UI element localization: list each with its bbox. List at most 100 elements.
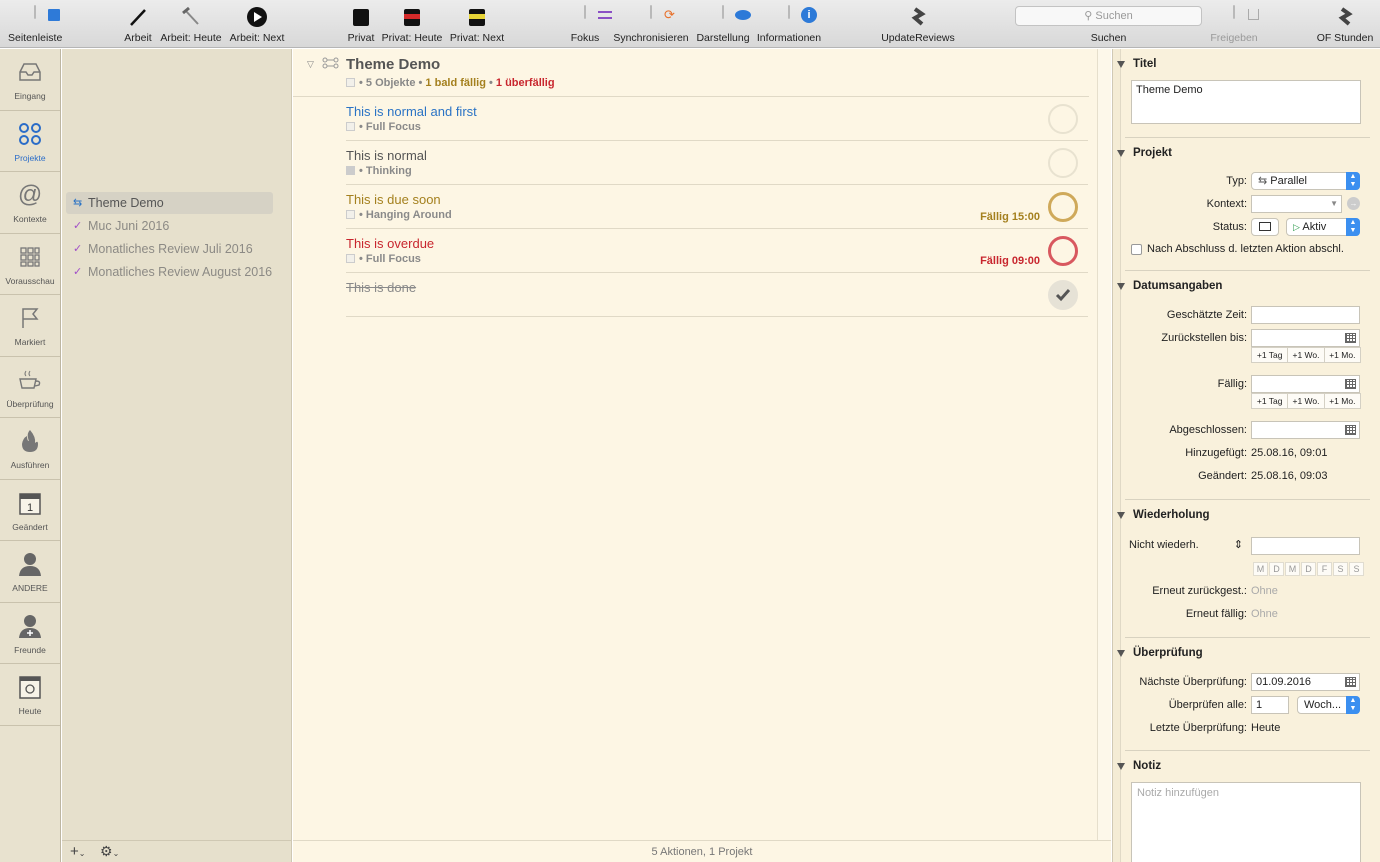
update-reviews-button[interactable]: UpdateReviews — [880, 6, 956, 44]
section-header[interactable]: Datumsangaben — [1116, 280, 1222, 292]
day-button[interactable]: S — [1349, 562, 1364, 576]
day-button[interactable]: D — [1269, 562, 1284, 576]
plus-month-button[interactable]: +1 Mo. — [1323, 347, 1361, 363]
task-context: Thinking — [365, 165, 412, 177]
task-status-circle[interactable] — [1048, 104, 1078, 134]
project-row[interactable]: ▽ Theme Demo • 5 Objekte • 1 bald fällig… — [293, 49, 1089, 97]
plus-day-button[interactable]: +1 Tag — [1251, 393, 1289, 409]
task-row[interactable]: This is overdue • Full Focus Fällig 09:0… — [346, 229, 1088, 273]
project-title[interactable]: Theme Demo — [346, 56, 440, 73]
inspector-scrollbar[interactable] — [1113, 49, 1121, 862]
review-interval-field[interactable]: 1 — [1251, 696, 1289, 714]
status-checkbox[interactable] — [346, 78, 355, 87]
defer-field[interactable] — [1251, 329, 1360, 347]
sync-button[interactable]: ⟳ Synchronisieren — [612, 5, 690, 44]
sidebar-footer: +⌄ ⚙⌄ — [62, 840, 292, 862]
perspective-arbeit-heute[interactable]: Arbeit: Heute — [159, 6, 223, 44]
nav-execute[interactable]: Ausführen — [0, 418, 60, 480]
task-title[interactable]: This is done — [346, 280, 416, 295]
day-button[interactable]: D — [1301, 562, 1316, 576]
nav-inbox[interactable]: Eingang — [0, 49, 60, 111]
status-popup[interactable]: ▷ Aktiv ▲ ▼ — [1286, 218, 1360, 236]
nav-andere[interactable]: ANDERE — [0, 541, 60, 603]
check-icon[interactable] — [1048, 280, 1078, 310]
section-header[interactable]: Projekt — [1117, 147, 1172, 159]
nav-flagged[interactable]: Markiert — [0, 295, 60, 357]
perspective-privat-next[interactable]: Privat: Next — [448, 6, 506, 44]
plus-week-button[interactable]: +1 Wo. — [1287, 393, 1325, 409]
status-checkbox[interactable] — [346, 122, 355, 131]
section-header[interactable]: Titel — [1116, 58, 1156, 70]
sidebar-item-review-july[interactable]: ✓ Monatliches Review Juli 2016 — [66, 238, 273, 260]
task-row[interactable]: This is due soon • Hanging Around Fällig… — [346, 185, 1088, 229]
section-header[interactable]: Überprüfung — [1117, 647, 1203, 659]
estimate-field[interactable] — [1251, 306, 1360, 324]
note-field[interactable]: Notiz hinzufügen — [1131, 782, 1361, 862]
focus-button[interactable]: Fokus — [564, 5, 612, 44]
repeat-popup[interactable]: Nicht wiederh. ⇕ — [1129, 539, 1245, 555]
type-popup[interactable]: ⇆ Parallel ▲ ▼ — [1251, 172, 1360, 190]
title-field[interactable]: Theme Demo — [1131, 80, 1361, 124]
task-status-circle[interactable] — [1048, 236, 1078, 266]
calendar-icon[interactable] — [1345, 379, 1356, 389]
calendar-icon[interactable] — [1345, 333, 1356, 343]
calendar-icon[interactable] — [1345, 425, 1356, 435]
disclosure-triangle-icon[interactable]: ▽ — [307, 59, 314, 70]
nav-projects[interactable]: Projekte — [0, 111, 60, 172]
review-unit-popup[interactable]: Woch... ▲ ▼ — [1297, 696, 1360, 714]
nav-contexts[interactable]: @ Kontexte — [0, 172, 60, 234]
of-hours-button[interactable]: OF Stunden — [1314, 6, 1376, 44]
due-field[interactable] — [1251, 375, 1360, 393]
perspective-arbeit[interactable]: Arbeit — [122, 6, 154, 44]
search-input[interactable]: ⚲ Suchen — [1015, 6, 1202, 26]
plus-day-button[interactable]: +1 Tag — [1251, 347, 1289, 363]
nav-review[interactable]: Überprüfung — [0, 357, 60, 418]
section-header[interactable]: Wiederholung — [1117, 509, 1210, 521]
section-header[interactable]: Notiz — [1116, 760, 1161, 772]
task-title[interactable]: This is normal and first — [346, 104, 477, 119]
folder-status-button[interactable] — [1251, 218, 1279, 236]
perspective-privat-heute[interactable]: Privat: Heute — [381, 6, 443, 44]
task-title[interactable]: This is overdue — [346, 236, 434, 251]
sidebar-item-muc[interactable]: ✓ Muc Juni 2016 — [66, 215, 273, 237]
day-button[interactable]: F — [1317, 562, 1332, 576]
day-button[interactable]: M — [1285, 562, 1300, 576]
calendar-icon[interactable] — [1345, 677, 1356, 687]
status-checkbox[interactable] — [346, 166, 355, 175]
perspective-arbeit-next[interactable]: Arbeit: Next — [228, 6, 286, 44]
view-button[interactable]: Darstellung — [695, 5, 751, 44]
status-checkbox[interactable] — [346, 210, 355, 219]
nav-forecast[interactable]: Vorausschau — [0, 234, 60, 295]
nav-friends[interactable]: Freunde — [0, 603, 60, 664]
task-row[interactable]: This is done — [346, 273, 1088, 317]
context-arrow-icon[interactable]: → — [1347, 197, 1360, 210]
complete-checkbox[interactable] — [1131, 244, 1142, 255]
plus-week-button[interactable]: +1 Wo. — [1287, 347, 1325, 363]
day-button[interactable]: S — [1333, 562, 1348, 576]
nav-changed[interactable]: 1 Geändert — [0, 480, 60, 541]
sidebar-item-review-august[interactable]: ✓ Monatliches Review August 2016 — [66, 261, 273, 283]
repeat-field[interactable] — [1251, 537, 1360, 555]
share-button[interactable]: Freigeben — [1208, 5, 1260, 44]
plus-month-button[interactable]: +1 Mo. — [1323, 393, 1361, 409]
day-button[interactable]: M — [1253, 562, 1268, 576]
sidebar-item-theme-demo[interactable]: ⇆ Theme Demo — [66, 192, 273, 214]
nav-today[interactable]: Heute — [0, 664, 60, 726]
sidebar-icon — [48, 9, 60, 21]
info-button[interactable]: i Informationen — [755, 5, 823, 44]
status-checkbox[interactable] — [346, 254, 355, 263]
perspective-privat[interactable]: Privat — [345, 6, 377, 44]
task-status-circle[interactable] — [1048, 192, 1078, 222]
add-icon[interactable]: +⌄ — [70, 843, 85, 860]
context-field[interactable]: ▼ — [1251, 195, 1342, 213]
task-title[interactable]: This is normal — [346, 148, 427, 163]
task-row[interactable]: This is normal and first • Full Focus — [346, 97, 1088, 141]
task-title[interactable]: This is due soon — [346, 192, 441, 207]
completed-field[interactable] — [1251, 421, 1360, 439]
gear-icon[interactable]: ⚙⌄ — [100, 843, 119, 860]
scrollbar[interactable] — [1097, 49, 1111, 840]
sidebar-toggle-button[interactable]: Seitenleiste — [8, 5, 62, 44]
task-row[interactable]: This is normal • Thinking — [346, 141, 1088, 185]
task-status-circle[interactable] — [1048, 148, 1078, 178]
next-review-field[interactable]: 01.09.2016 — [1251, 673, 1360, 691]
